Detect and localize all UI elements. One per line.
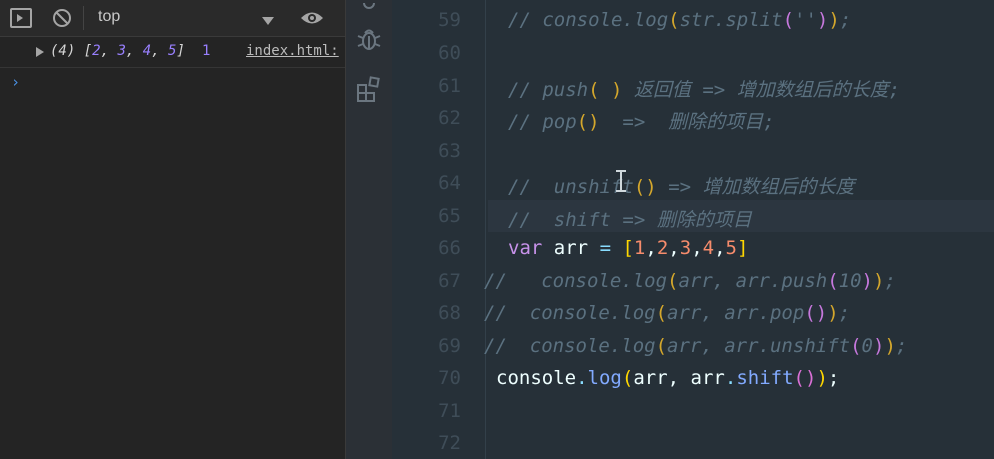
line-number: 62 [438,107,461,129]
mouse-cursor-ibeam [616,170,626,192]
code-line[interactable]: console.log(arr, arr.shift()); [496,367,839,389]
console-prompt[interactable]: › [11,73,20,91]
code-line[interactable]: // shift => 删除的项目 [508,205,752,232]
expand-arrow-icon[interactable] [36,45,44,61]
devtools-console-panel: top (4) [2, 3, 4, 5] 1 index.html: › [0,0,346,459]
logged-return-value: 1 [202,43,211,59]
partial-icon[interactable] [357,0,381,15]
array-value: 3 [117,43,126,59]
line-number: 68 [438,302,461,324]
code-line[interactable]: // pop() => 删除的项目; [508,107,775,134]
line-number: 67 [438,270,461,292]
line-number: 61 [438,75,461,97]
line-number: 59 [438,9,461,31]
line-number: 70 [438,367,461,389]
debug-icon[interactable] [357,26,381,56]
array-value: 2 [92,43,101,59]
line-number: 65 [438,205,461,227]
console-log-entry: (4) [2, 3, 4, 5] 1 index.html: [0,37,345,68]
source-link[interactable]: index.html: [246,43,339,59]
code-line[interactable]: // unshift() => 增加数组后的长度 [508,172,855,199]
code-line[interactable]: // console.log(arr, arr.unshift(0)); [484,335,907,357]
line-number: 71 [438,400,461,422]
line-number: 69 [438,335,461,357]
array-value: 4 [142,43,152,59]
line-number: 60 [438,42,461,64]
indent-guide [485,0,486,459]
code-line[interactable]: // console.log(str.split('')); [508,9,851,31]
code-editor[interactable]: 59 60 61 62 63 64 65 66 67 68 69 70 71 7… [392,0,994,459]
chevron-down-icon[interactable] [262,12,274,31]
line-number: 72 [438,432,461,454]
context-selector[interactable]: top [98,8,120,26]
toolbar-divider [83,6,84,30]
code-line[interactable]: var arr = [1,2,3,4,5] [508,237,748,259]
line-number: 66 [438,237,461,259]
activity-bar [346,0,392,459]
console-toolbar: top [0,0,345,37]
line-number: 63 [438,140,461,162]
eye-icon[interactable] [300,10,324,30]
array-suffix: ] [176,43,185,59]
code-line[interactable]: // push( ) 返回值 => 增加数组后的长度; [508,75,900,102]
code-line[interactable]: // console.log(arr, arr.push(10)); [484,270,896,292]
extensions-icon[interactable] [357,76,381,106]
array-prefix: (4) [ [50,43,93,59]
code-line[interactable]: // console.log(arr, arr.pop()); [484,302,850,324]
line-number: 64 [438,172,461,194]
clear-console-icon[interactable] [52,8,72,28]
logged-array[interactable]: (4) [2, 3, 4, 5] [50,43,185,59]
sidebar-toggle-icon[interactable] [10,8,32,28]
